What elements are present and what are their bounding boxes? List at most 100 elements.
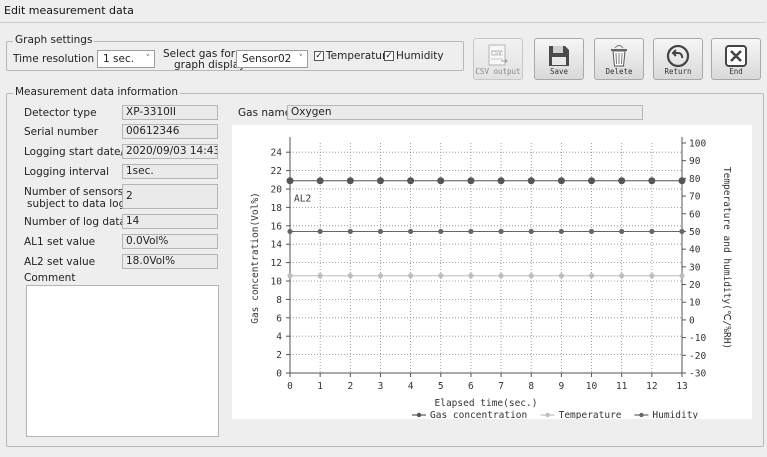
y-tick-label: 4	[276, 332, 282, 343]
x-axis-label: Elapsed time(sec.)	[435, 398, 538, 409]
data-point	[679, 273, 685, 279]
chart-panel: 0 2 4 6 8 10 12 14 16 18 20 22 24 0 1 2 3 4 5 6 7 8 9 10 11 12 13-…	[232, 125, 752, 421]
detector-type-label: Detector type	[24, 107, 97, 119]
y-tick-label: 0	[276, 369, 282, 380]
data-point	[528, 228, 534, 235]
data-point	[588, 228, 595, 235]
y-tick-label: 16	[271, 221, 283, 232]
time-resolution-label: Time resolution	[13, 53, 95, 65]
return-label: Return	[664, 67, 692, 76]
return-button[interactable]: Return	[653, 38, 703, 80]
svg-text:CSV: CSV	[491, 50, 502, 57]
x-tick-label: 10	[586, 381, 598, 392]
y2-tick-label: -10	[689, 333, 706, 344]
time-resolution-select[interactable]: 1 sec. ˅	[97, 50, 155, 68]
y2-axis-label: Temperature and humidity(℃/%RH)	[721, 167, 732, 349]
csv-output-label: CSV output	[475, 67, 521, 76]
data-point	[317, 273, 323, 279]
alarm-label: AL2	[294, 193, 311, 204]
log-count-field: 14	[122, 214, 218, 229]
y-tick-label: 12	[271, 258, 282, 269]
chevron-down-icon: ˅	[145, 54, 151, 64]
data-point	[408, 228, 414, 235]
data-point	[467, 177, 475, 185]
legend-marker	[545, 412, 550, 418]
data-point	[438, 273, 444, 279]
end-label: End	[729, 67, 743, 76]
data-point	[498, 273, 504, 279]
y2-tick-label: -20	[689, 351, 706, 362]
x-tick-label: 0	[287, 381, 293, 392]
y2-tick-label: 20	[689, 280, 701, 291]
y2-tick-label: 90	[689, 156, 701, 167]
graph-settings-legend: Graph settings	[13, 34, 95, 46]
x-tick-label: 12	[646, 381, 657, 392]
al2-label: AL2 set value	[24, 256, 96, 268]
data-point	[438, 228, 444, 235]
y2-tick-label: -30	[689, 369, 706, 380]
al1-field: 0.0Vol%	[122, 234, 218, 249]
gas-name-label: Gas name	[238, 107, 292, 119]
x-tick-label: 8	[528, 381, 534, 392]
legend-label: Temperature	[559, 410, 622, 419]
time-resolution-value: 1 sec.	[103, 53, 135, 65]
y2-tick-label: 0	[689, 315, 695, 326]
csv-output-button[interactable]: CSV CSV output	[473, 38, 523, 80]
y2-tick-label: 50	[689, 227, 701, 238]
data-point	[286, 177, 294, 185]
legend-marker	[639, 412, 644, 418]
data-point	[618, 177, 626, 185]
y-axis-label: Gas concentration(Vol%)	[250, 192, 261, 324]
data-point	[558, 228, 564, 235]
logging-interval-field: 1sec.	[122, 164, 218, 179]
end-button[interactable]: End	[711, 38, 761, 80]
data-point	[376, 177, 384, 185]
humidity-checkbox[interactable]: ✓	[384, 51, 394, 61]
data-point	[498, 228, 504, 235]
sensor-count-field: 2	[122, 184, 218, 209]
x-tick-label: 4	[408, 381, 414, 392]
y-tick-label: 20	[271, 185, 283, 196]
chevron-down-icon: ˅	[298, 54, 304, 64]
delete-button[interactable]: Delete	[594, 38, 644, 80]
y-tick-label: 24	[271, 148, 283, 159]
legend-label: Humidity	[652, 410, 698, 419]
serial-number-field: 00612346	[122, 124, 218, 139]
x-tick-label: 1	[317, 381, 323, 392]
data-point	[377, 273, 384, 279]
x-tick-label: 9	[559, 381, 565, 392]
y-tick-label: 14	[271, 240, 283, 251]
al2-field: 18.0Vol%	[122, 254, 218, 269]
legend-marker	[416, 412, 422, 418]
measurement-info-legend: Measurement data information	[13, 86, 181, 98]
data-point	[468, 273, 474, 279]
temperature-checkbox[interactable]: ✓	[314, 51, 324, 61]
comment-textarea[interactable]	[26, 285, 219, 437]
logging-interval-label: Logging interval	[24, 166, 110, 178]
save-button[interactable]: Save	[534, 38, 584, 80]
x-tick-label: 11	[616, 381, 628, 392]
al1-label: AL1 set value	[24, 236, 96, 248]
select-gas-label-line2: graph display	[174, 59, 246, 71]
logging-start-field: 2020/09/03 14:43:38	[122, 144, 218, 159]
data-point	[588, 177, 596, 185]
x-tick-label: 3	[378, 381, 384, 392]
data-point	[437, 177, 445, 185]
y2-tick-label: 40	[689, 245, 701, 256]
data-point	[468, 228, 474, 235]
x-tick-label: 2	[347, 381, 353, 392]
x-tick-label: 6	[468, 381, 474, 392]
data-point	[679, 228, 685, 235]
data-point	[287, 228, 293, 235]
data-point	[317, 228, 323, 235]
data-point	[649, 273, 655, 279]
data-point	[528, 273, 534, 279]
y2-tick-label: 80	[689, 174, 701, 185]
gas-select-value: Sensor02	[242, 53, 292, 65]
data-point	[619, 228, 625, 235]
y-tick-label: 22	[271, 166, 282, 177]
y2-tick-label: 30	[689, 262, 701, 273]
data-point	[347, 273, 353, 279]
data-point	[497, 177, 505, 185]
gas-select[interactable]: Sensor02 ˅	[236, 50, 308, 68]
